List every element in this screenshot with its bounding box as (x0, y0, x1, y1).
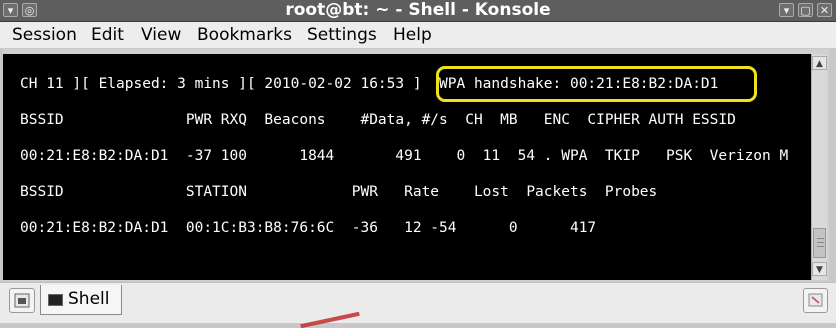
terminal-view[interactable]: CH 11 ][ Elapsed: 3 mins ][ 2010-02-02 1… (3, 54, 811, 280)
terminal-scrollbar[interactable]: ▲ ▼ (811, 54, 827, 280)
scrollbar-thumb[interactable] (813, 228, 826, 258)
menu-settings[interactable]: Settings (307, 22, 377, 48)
close-button[interactable]: ✕ (817, 3, 832, 17)
scroll-down-arrow-icon[interactable]: ▼ (812, 262, 827, 276)
new-tab-button[interactable] (9, 288, 35, 313)
scroll-up-arrow-icon[interactable]: ▲ (812, 56, 827, 70)
terminal-line-ap-header: BSSID PWR RXQ Beacons #Data, #/s CH MB E… (20, 112, 736, 128)
handshake-highlight (436, 66, 757, 102)
menu-edit[interactable]: Edit (91, 22, 124, 48)
menu-bookmarks[interactable]: Bookmarks (197, 22, 292, 48)
new-tab-icon (14, 293, 30, 308)
maximize-button[interactable]: ▢ (798, 3, 813, 17)
terminal-line-station-row: 00:21:E8:B2:DA:D1 00:1C:B3:B8:76:6C -36 … (20, 220, 597, 236)
minimize-button[interactable]: ▾ (779, 3, 794, 17)
menu-view[interactable]: View (141, 22, 181, 48)
menu-session[interactable]: Session (12, 22, 77, 48)
terminal-line-ap-row: 00:21:E8:B2:DA:D1 -37 100 1844 491 0 11 … (20, 148, 789, 164)
terminal-line-station-header: BSSID STATION PWR Rate Lost Packets Prob… (20, 184, 658, 200)
close-tab-button[interactable] (803, 288, 828, 313)
menu-bar: Session Edit View Bookmarks Settings Hel… (0, 22, 836, 49)
tab-bar: Shell (0, 282, 836, 328)
close-tab-icon (808, 293, 823, 307)
terminal-icon (48, 294, 63, 306)
title-bar[interactable]: ▾ ◎ root@bt: ~ - Shell - Konsole ▾ ▢ ✕ (0, 0, 836, 22)
background-decoration (300, 311, 360, 328)
menu-help[interactable]: Help (393, 22, 432, 48)
tab-shell[interactable]: Shell (40, 285, 122, 315)
tab-label: Shell (68, 289, 110, 309)
window-title: root@bt: ~ - Shell - Konsole (285, 0, 551, 20)
